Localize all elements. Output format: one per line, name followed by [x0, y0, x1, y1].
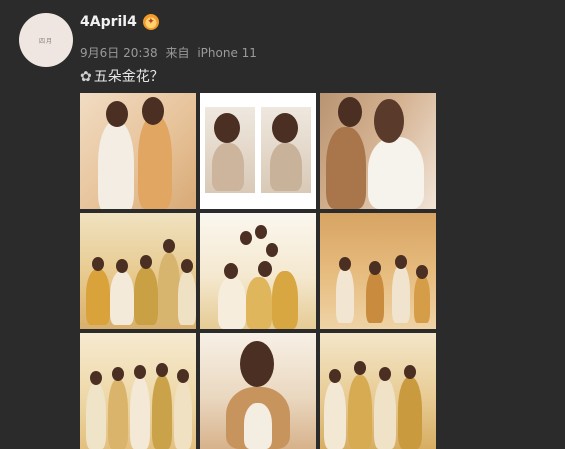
username-row: 4April4 ✦ — [80, 14, 159, 30]
photo-1[interactable] — [80, 93, 196, 209]
avatar[interactable]: 四月 — [19, 13, 73, 67]
source-prefix: 来自 — [165, 46, 190, 60]
photo-6[interactable] — [320, 213, 436, 329]
username[interactable]: 4April4 — [80, 14, 137, 30]
photo-9[interactable] — [320, 333, 436, 449]
post-text: ✿ 五朵金花？ — [80, 66, 164, 86]
photo-grid — [80, 93, 436, 449]
photo-5[interactable] — [200, 213, 316, 329]
photo-7[interactable] — [80, 333, 196, 449]
fortune-badge-icon[interactable]: ✦ — [142, 14, 159, 30]
avatar-text: 四月 — [38, 37, 53, 45]
photo-3[interactable] — [320, 93, 436, 209]
post-date[interactable]: 9月6日 20:38 — [80, 46, 158, 60]
post-meta: 9月6日 20:38 来自 iPhone 11 — [80, 44, 257, 61]
photo-8[interactable] — [200, 333, 316, 449]
photo-2[interactable] — [200, 93, 316, 209]
photo-4[interactable] — [80, 213, 196, 329]
flower-icon: ✿ — [80, 69, 92, 85]
source-device[interactable]: iPhone 11 — [197, 46, 257, 60]
post-text-body: 五朵金花？ — [93, 69, 164, 85]
